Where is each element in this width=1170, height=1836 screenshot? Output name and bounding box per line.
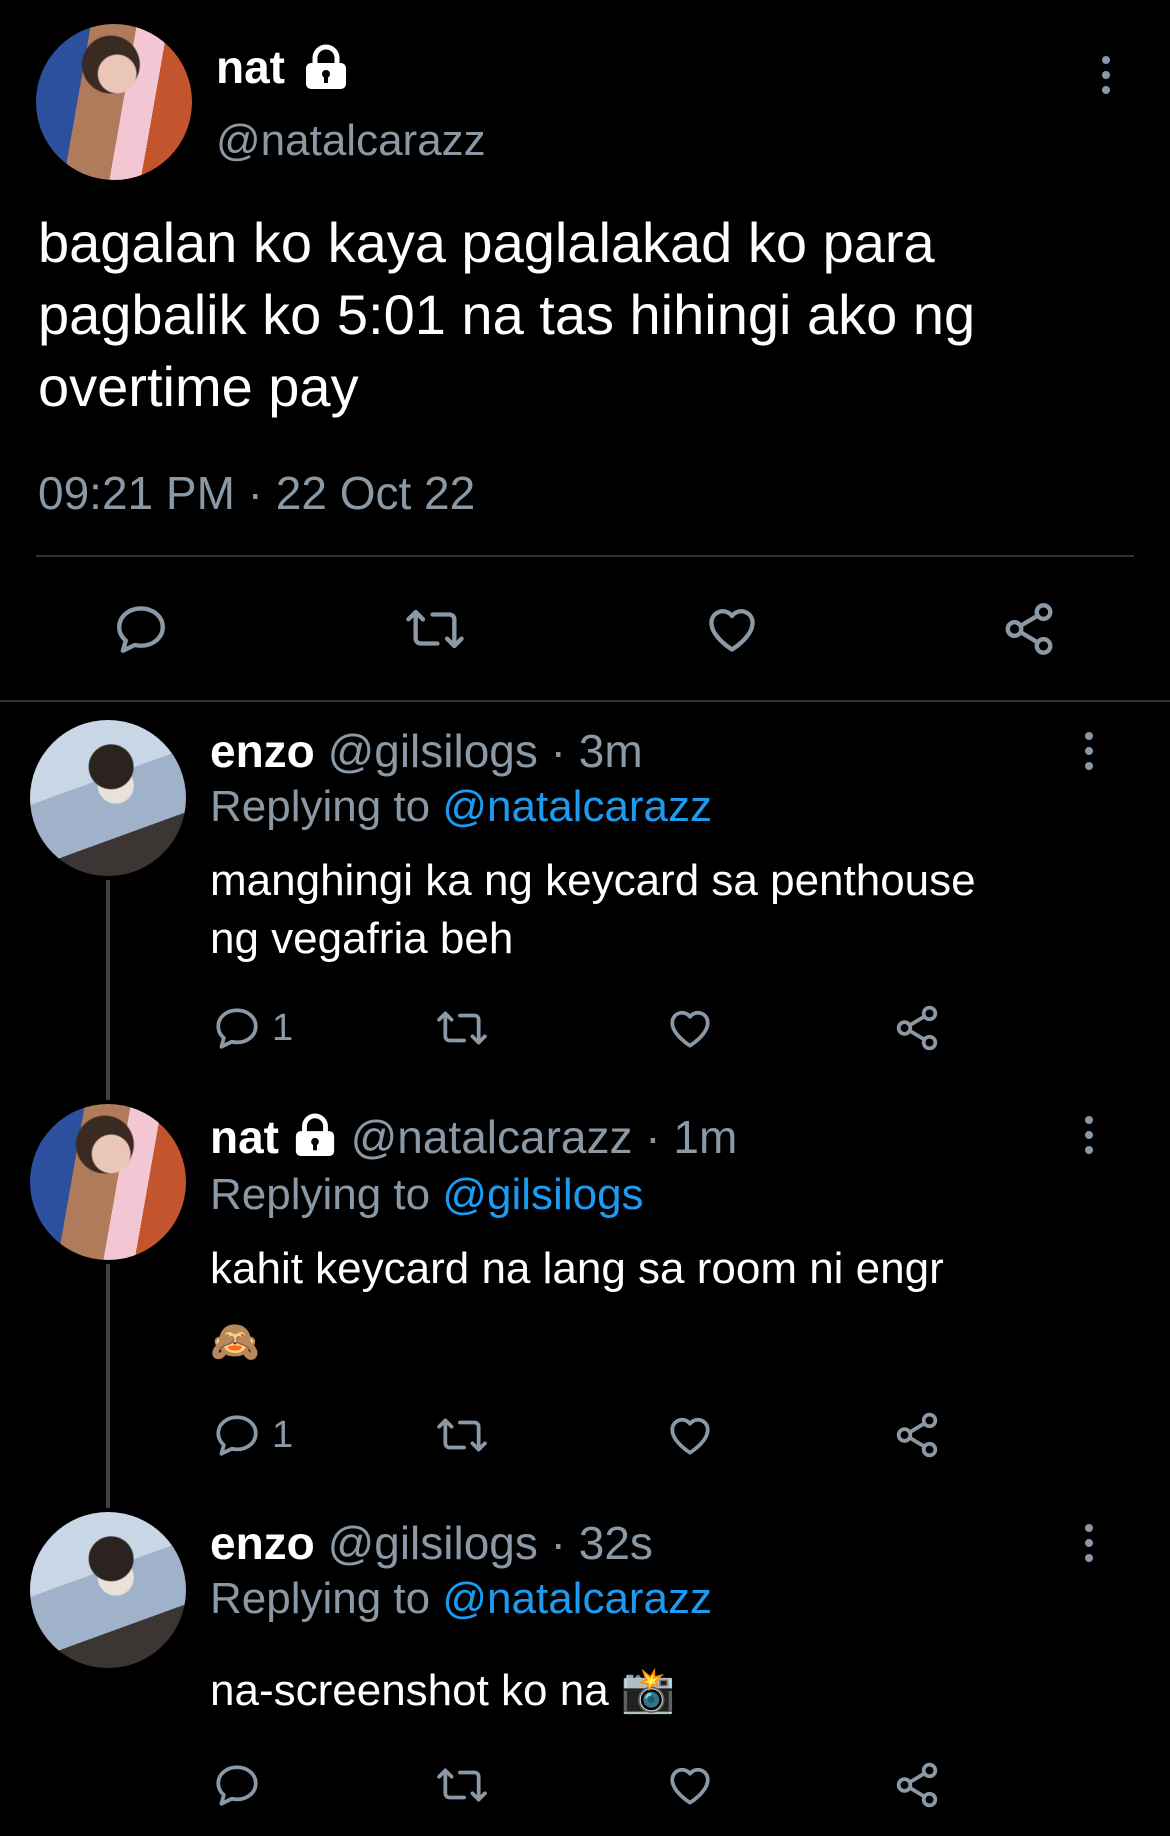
replying-to: Replying to @natalcarazz bbox=[210, 782, 712, 832]
retweet-icon bbox=[437, 1768, 487, 1802]
retweet-icon bbox=[406, 609, 464, 649]
reply-text-line: 🙈 bbox=[210, 1320, 260, 1364]
avatar[interactable] bbox=[30, 1512, 186, 1668]
author-handle[interactable]: @gilsilogs · 3m bbox=[328, 725, 643, 777]
reply-icon bbox=[216, 1008, 258, 1049]
reply-icon bbox=[117, 606, 165, 653]
share-button[interactable] bbox=[1000, 600, 1058, 658]
author-name[interactable]: enzo bbox=[210, 1517, 315, 1569]
like-button[interactable] bbox=[664, 1003, 716, 1053]
replying-prefix: Replying to bbox=[210, 782, 443, 831]
replying-prefix: Replying to bbox=[210, 1170, 443, 1219]
divider bbox=[0, 700, 1170, 702]
lock-icon bbox=[302, 44, 350, 95]
reply-count: 1 bbox=[272, 1413, 294, 1456]
heart-icon bbox=[670, 1010, 710, 1048]
reply-text-line: manghingi ka ng keycard sa penthouse bbox=[210, 856, 976, 905]
heart-icon bbox=[709, 609, 755, 652]
author-handle[interactable]: @gilsilogs · 32s bbox=[328, 1517, 653, 1569]
reply-text-line: na-screenshot ko na 📸 bbox=[210, 1666, 676, 1715]
more-vertical-icon[interactable] bbox=[1083, 732, 1095, 777]
share-icon bbox=[896, 1762, 938, 1808]
heart-icon bbox=[670, 1767, 710, 1805]
like-button[interactable] bbox=[702, 600, 762, 658]
tweet-timestamp: 09:21 PM · 22 Oct 22 bbox=[38, 467, 476, 519]
replying-to: Replying to @gilsilogs bbox=[210, 1170, 644, 1220]
like-button[interactable] bbox=[664, 1410, 716, 1460]
avatar[interactable] bbox=[30, 1104, 186, 1260]
share-icon bbox=[896, 1005, 938, 1051]
replying-prefix: Replying to bbox=[210, 1574, 443, 1623]
tweet-text-line: pagbalik ko 5:01 na tas hihingi ako ng bbox=[38, 283, 976, 346]
share-icon bbox=[896, 1412, 938, 1458]
reply-count: 1 bbox=[272, 1006, 294, 1049]
reply-button[interactable] bbox=[212, 1760, 272, 1810]
author-name[interactable]: nat bbox=[216, 40, 285, 94]
more-vertical-icon[interactable] bbox=[1100, 56, 1112, 101]
tweet-text-line: overtime pay bbox=[38, 355, 359, 418]
thread-line bbox=[106, 880, 110, 1100]
author-handle[interactable]: @natalcarazz bbox=[216, 116, 486, 166]
mention-link[interactable]: @natalcarazz bbox=[442, 1574, 712, 1623]
mention-link[interactable]: @natalcarazz bbox=[442, 782, 712, 831]
lock-icon bbox=[292, 1113, 338, 1168]
reply-header: nat @natalcarazz · 1m bbox=[210, 1110, 737, 1168]
heart-icon bbox=[670, 1417, 710, 1455]
reply-text-line: kahit keycard na lang sa room ni engr bbox=[210, 1244, 944, 1293]
thread-line bbox=[106, 1264, 110, 1508]
author-name[interactable]: enzo bbox=[210, 725, 315, 777]
avatar[interactable] bbox=[30, 720, 186, 876]
retweet-button[interactable] bbox=[434, 1760, 490, 1810]
reply-header: enzo @gilsilogs · 3m bbox=[210, 724, 643, 778]
share-button[interactable] bbox=[892, 1760, 942, 1810]
replying-to: Replying to @natalcarazz bbox=[210, 1574, 712, 1624]
author-name[interactable]: nat bbox=[210, 1111, 279, 1163]
like-button[interactable] bbox=[664, 1760, 716, 1810]
reply-header: enzo @gilsilogs · 32s bbox=[210, 1516, 653, 1570]
reply-text-line: ng vegafria beh bbox=[210, 914, 514, 963]
retweet-button[interactable] bbox=[402, 600, 468, 658]
share-button[interactable] bbox=[892, 1410, 942, 1460]
tweet-text-line: bagalan ko kaya paglalakad ko para bbox=[38, 211, 935, 274]
reply-icon bbox=[216, 1765, 258, 1806]
share-icon bbox=[1005, 603, 1053, 655]
divider bbox=[36, 555, 1134, 557]
share-button[interactable] bbox=[892, 1003, 942, 1053]
avatar[interactable] bbox=[36, 24, 192, 180]
more-vertical-icon[interactable] bbox=[1083, 1524, 1095, 1569]
more-vertical-icon[interactable] bbox=[1083, 1116, 1095, 1161]
reply-icon bbox=[216, 1415, 258, 1456]
reply-button[interactable]: 1 bbox=[212, 1410, 293, 1460]
retweet-icon bbox=[437, 1011, 487, 1045]
retweet-icon bbox=[437, 1418, 487, 1452]
retweet-button[interactable] bbox=[434, 1003, 490, 1053]
mention-link[interactable]: @gilsilogs bbox=[442, 1170, 643, 1219]
author-handle[interactable]: @natalcarazz · 1m bbox=[351, 1111, 738, 1163]
retweet-button[interactable] bbox=[434, 1410, 490, 1460]
reply-button[interactable]: 1 bbox=[212, 1003, 293, 1053]
reply-button[interactable] bbox=[112, 600, 170, 658]
